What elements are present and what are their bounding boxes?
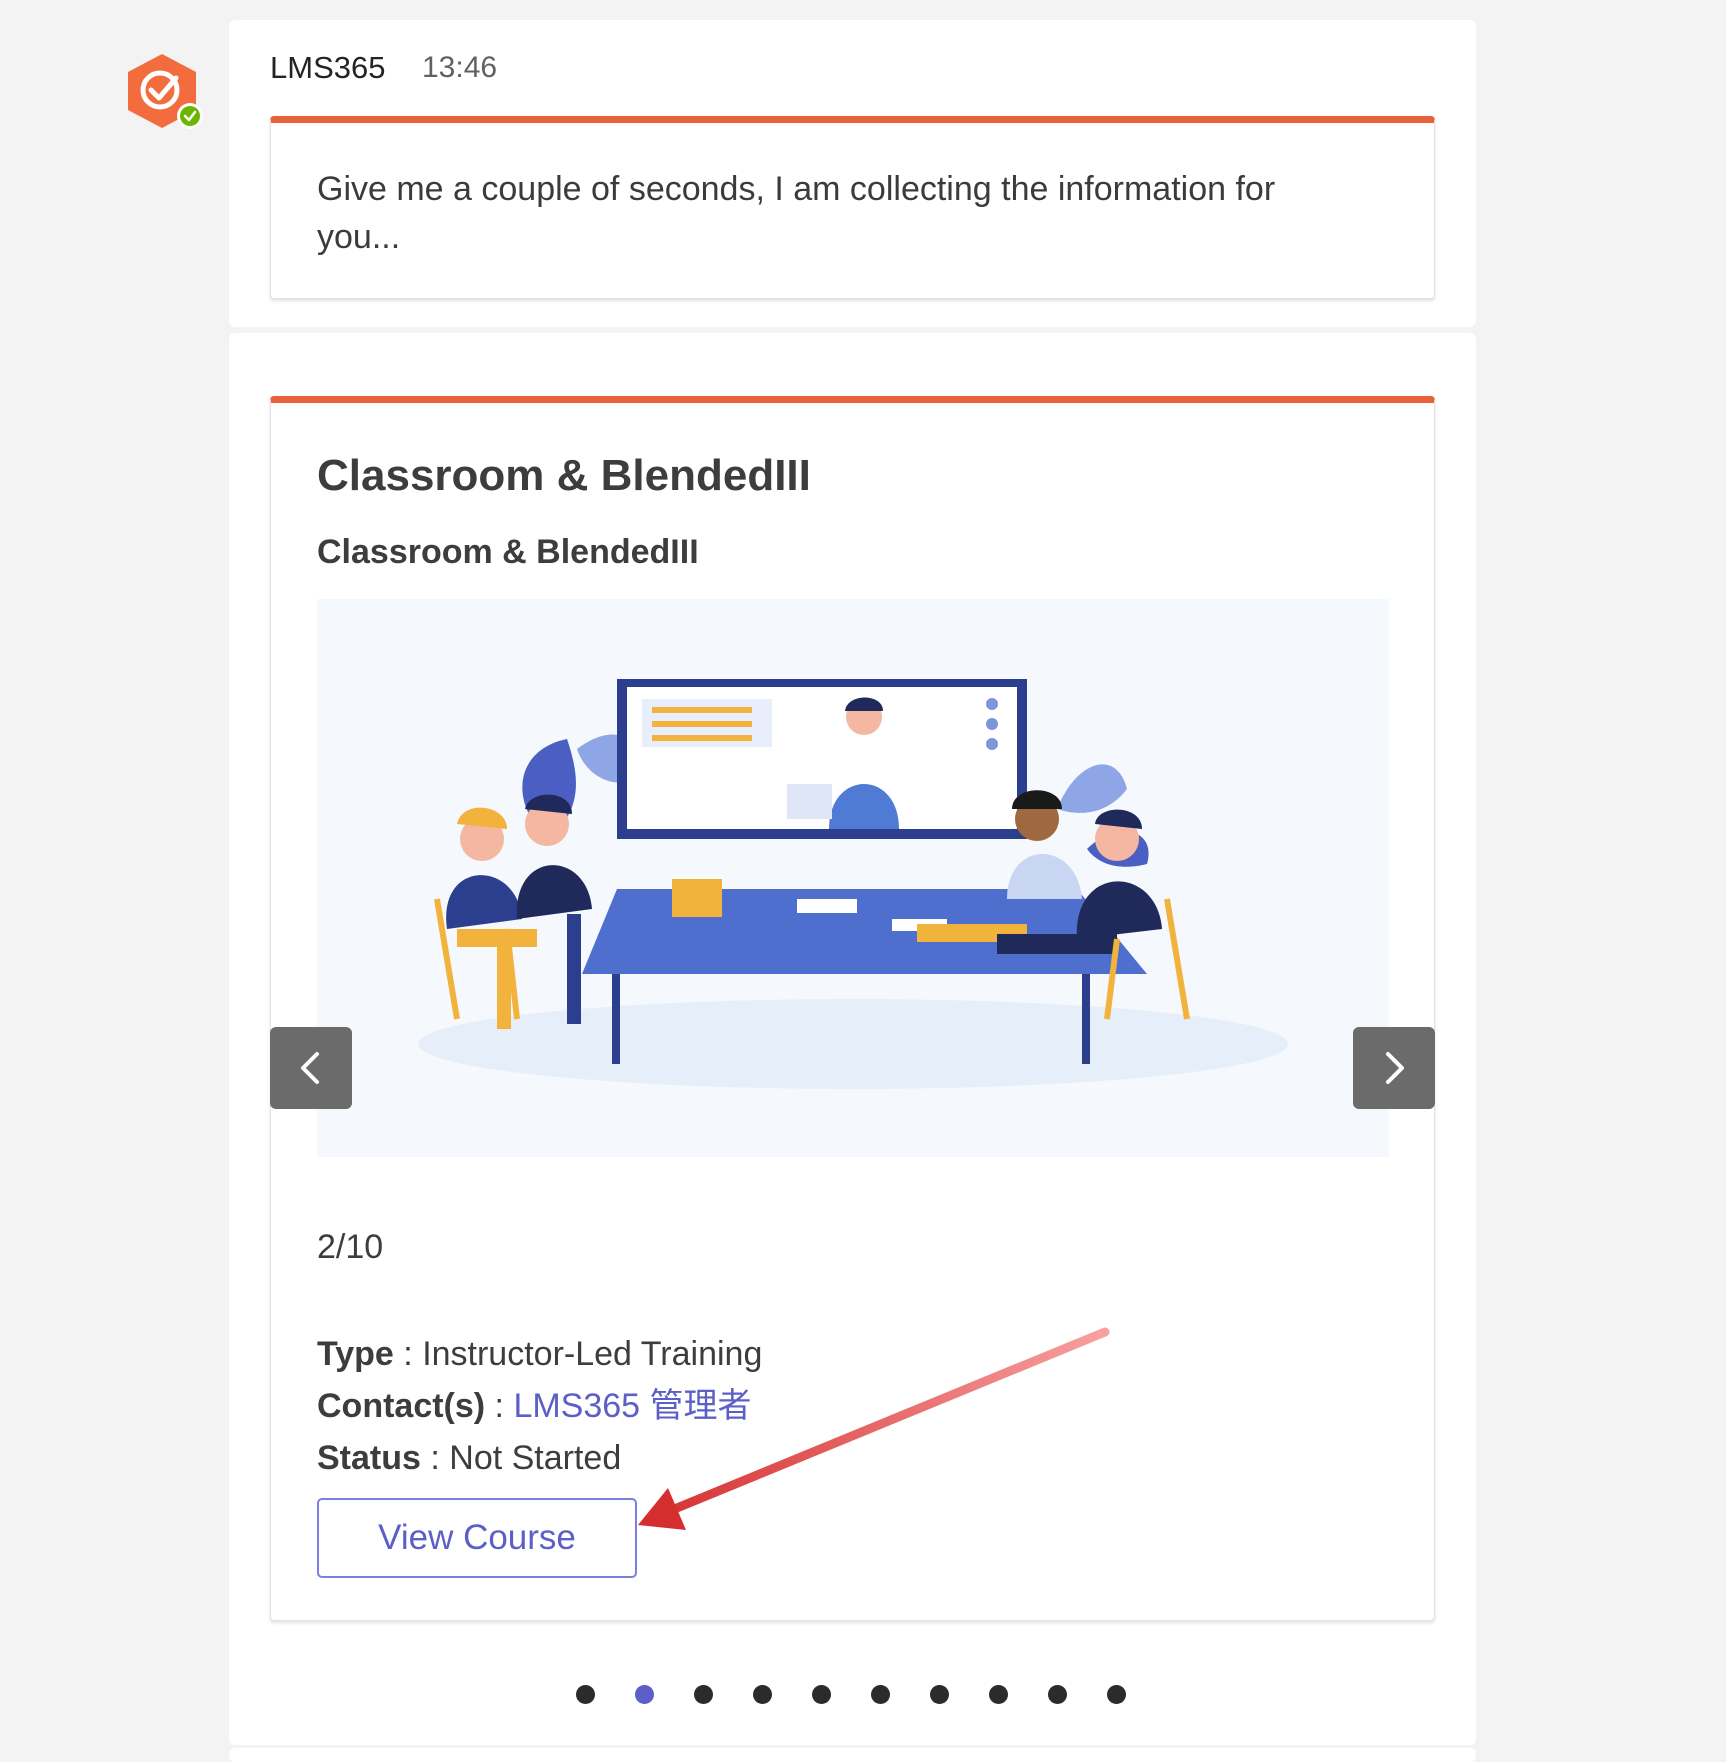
status-label: Status	[317, 1439, 421, 1477]
carousel-dot[interactable]	[1107, 1685, 1126, 1704]
type-value: Instructor-Led Training	[422, 1335, 763, 1373]
course-status-row: Status : Not Started	[317, 1432, 762, 1484]
carousel-prev-button[interactable]	[270, 1027, 352, 1109]
type-label: Type	[317, 1335, 394, 1373]
carousel-dot[interactable]	[989, 1685, 1008, 1704]
carousel-dot[interactable]	[871, 1685, 890, 1704]
carousel-dot[interactable]	[635, 1685, 654, 1704]
course-illustration	[317, 599, 1389, 1157]
course-subtitle: Classroom & BlendedIII	[317, 533, 699, 571]
contact-link[interactable]: LMS365 管理者	[513, 1387, 751, 1425]
carousel-counter: 2/10	[317, 1228, 384, 1266]
carousel-dot[interactable]	[930, 1685, 949, 1704]
chevron-left-icon	[301, 1052, 319, 1084]
course-card: Classroom & BlendedIII Classroom & Blend…	[270, 396, 1435, 1621]
status-message: Give me a couple of seconds, I am collec…	[317, 170, 1276, 256]
carousel-dot[interactable]	[1048, 1685, 1067, 1704]
status-value: Not Started	[449, 1439, 622, 1477]
message-timestamp: 13:46	[422, 51, 498, 84]
next-message-bubble	[229, 1748, 1476, 1762]
status-separator: :	[420, 1439, 450, 1477]
sender-name: LMS365	[270, 50, 386, 85]
carousel-dot[interactable]	[812, 1685, 831, 1704]
carousel-pagination	[576, 1685, 1126, 1704]
contact-label: Contact(s)	[317, 1387, 486, 1425]
course-title: Classroom & BlendedIII	[317, 451, 811, 500]
carousel-dot[interactable]	[694, 1685, 713, 1704]
bot-avatar	[118, 48, 206, 136]
status-card: Give me a couple of seconds, I am collec…	[270, 116, 1435, 299]
view-course-button[interactable]: View Course	[317, 1498, 637, 1578]
carousel-next-button[interactable]	[1353, 1027, 1435, 1109]
chevron-right-icon	[1386, 1052, 1404, 1084]
carousel-dot[interactable]	[753, 1685, 772, 1704]
carousel-dot[interactable]	[576, 1685, 595, 1704]
contact-separator: :	[485, 1387, 514, 1425]
type-separator: :	[393, 1335, 423, 1373]
course-details: Type : Instructor-Led Training Contact(s…	[317, 1328, 762, 1484]
available-check-icon	[177, 103, 203, 129]
course-contact-row: Contact(s) : LMS365 管理者	[317, 1380, 762, 1432]
course-type-row: Type : Instructor-Led Training	[317, 1328, 762, 1380]
lms365-logo-icon	[128, 54, 203, 129]
